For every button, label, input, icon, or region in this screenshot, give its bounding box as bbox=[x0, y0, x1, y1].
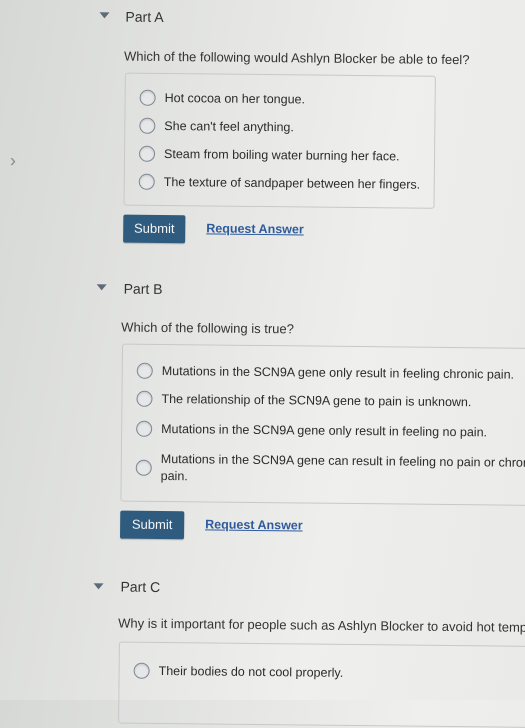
radio-button[interactable] bbox=[139, 89, 156, 106]
choice-label: Mutations in the SCN9A gene can result i… bbox=[161, 451, 525, 489]
part-c-question: Why is it important for people such as A… bbox=[118, 615, 525, 635]
part-a-question: Which of the following would Ashlyn Bloc… bbox=[123, 48, 470, 68]
radio-button[interactable] bbox=[138, 145, 156, 162]
chevron-right-icon[interactable]: › bbox=[10, 150, 16, 171]
choice-label: Steam from boiling water burning her fac… bbox=[163, 146, 400, 164]
collapse-triangle-icon[interactable] bbox=[93, 583, 104, 590]
part-c-choice-1[interactable]: Their bodies do not cool properly. bbox=[133, 662, 344, 682]
choice-label: Their bodies do not cool properly. bbox=[158, 663, 344, 680]
radio-button[interactable] bbox=[136, 362, 153, 379]
page: › Part A Which of the following would As… bbox=[0, 0, 525, 728]
part-b-choice-3[interactable]: Mutations in the SCN9A gene only result … bbox=[136, 420, 488, 442]
collapse-triangle-icon[interactable] bbox=[99, 12, 110, 19]
choice-label: Mutations in the SCN9A gene only result … bbox=[161, 421, 488, 440]
part-b-question: Which of the following is true? bbox=[121, 319, 295, 337]
choice-label: Mutations in the SCN9A gene only result … bbox=[161, 363, 515, 382]
part-b-request-answer-link[interactable]: Request Answer bbox=[205, 517, 303, 532]
part-a-header[interactable]: Part A bbox=[125, 9, 163, 25]
part-a-choice-3[interactable]: Steam from boiling water burning her fac… bbox=[138, 145, 400, 166]
radio-button[interactable] bbox=[136, 420, 153, 437]
choice-label: The texture of sandpaper between her fin… bbox=[163, 174, 421, 192]
choice-label: She can't feel anything. bbox=[164, 118, 294, 135]
part-b-header[interactable]: Part B bbox=[124, 281, 163, 297]
radio-button[interactable] bbox=[133, 662, 150, 679]
part-b-choices: Mutations in the SCN9A gene only result … bbox=[120, 343, 525, 506]
part-c-choices: Their bodies do not cool properly. bbox=[118, 641, 525, 728]
radio-button[interactable] bbox=[139, 117, 156, 134]
part-b-choice-2[interactable]: The relationship of the SCN9A gene to pa… bbox=[136, 390, 472, 412]
part-a-choices: Hot cocoa on her tongue. She can't feel … bbox=[123, 72, 436, 209]
part-a-submit-button[interactable]: Submit bbox=[123, 214, 186, 244]
part-a-choice-1[interactable]: Hot cocoa on her tongue. bbox=[139, 89, 306, 109]
part-b-choice-4[interactable]: Mutations in the SCN9A gene can result i… bbox=[135, 451, 525, 489]
collapse-triangle-icon[interactable] bbox=[96, 284, 107, 291]
radio-button[interactable] bbox=[135, 459, 152, 476]
choice-label-line-1: Mutations in the SCN9A gene can result i… bbox=[160, 451, 525, 470]
part-b-choice-1[interactable]: Mutations in the SCN9A gene only result … bbox=[136, 362, 515, 384]
radio-button[interactable] bbox=[136, 390, 153, 407]
choice-label: The relationship of the SCN9A gene to pa… bbox=[161, 391, 472, 410]
part-a-choice-2[interactable]: She can't feel anything. bbox=[139, 117, 294, 137]
part-a-choice-4[interactable]: The texture of sandpaper between her fin… bbox=[138, 173, 421, 194]
choice-label-line-2: pain. bbox=[160, 468, 188, 484]
part-c-header[interactable]: Part C bbox=[120, 579, 160, 595]
part-a-request-answer-link[interactable]: Request Answer bbox=[206, 221, 304, 236]
radio-button[interactable] bbox=[138, 173, 155, 190]
part-b-submit-button[interactable]: Submit bbox=[120, 510, 185, 540]
choice-label: Hot cocoa on her tongue. bbox=[164, 90, 306, 107]
